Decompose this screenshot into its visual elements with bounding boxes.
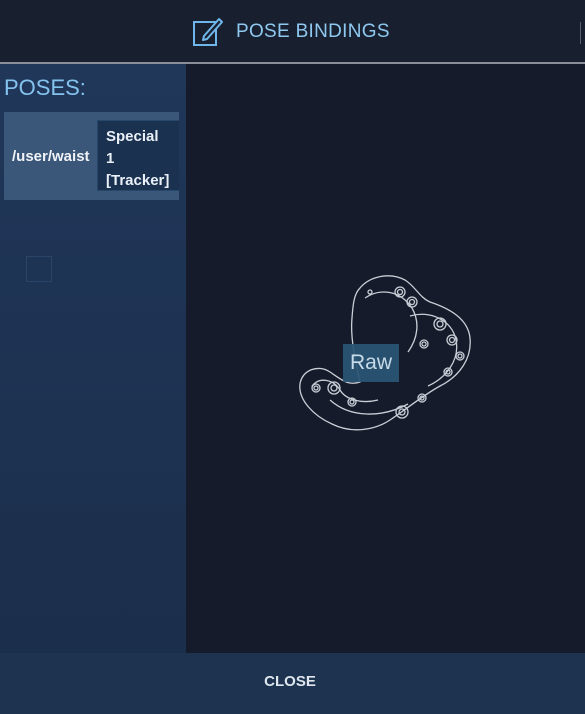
edit-icon (193, 18, 223, 46)
device-line: [Tracker] (106, 172, 170, 189)
dialog-header: POSE BINDINGS (0, 0, 585, 64)
background-ghost-checkbox (26, 256, 52, 282)
header-title-group: POSE BINDINGS (192, 16, 390, 48)
pose-device-tooltip: Special 1 [Tracker] (97, 120, 179, 191)
device-line: 1 (106, 150, 115, 167)
device-line: Special (106, 128, 159, 145)
dialog-footer: CLOSE (0, 653, 585, 714)
close-button[interactable]: CLOSE (230, 661, 350, 703)
raw-pose-label: Raw (343, 344, 399, 382)
poses-heading: POSES: (4, 75, 86, 100)
scrollbar-stub (580, 22, 585, 44)
pose-list-item[interactable]: /user/waist Special 1 [Tracker] (4, 112, 179, 200)
pose-path-label: /user/waist (12, 148, 90, 165)
dialog-title: POSE BINDINGS (236, 21, 390, 42)
